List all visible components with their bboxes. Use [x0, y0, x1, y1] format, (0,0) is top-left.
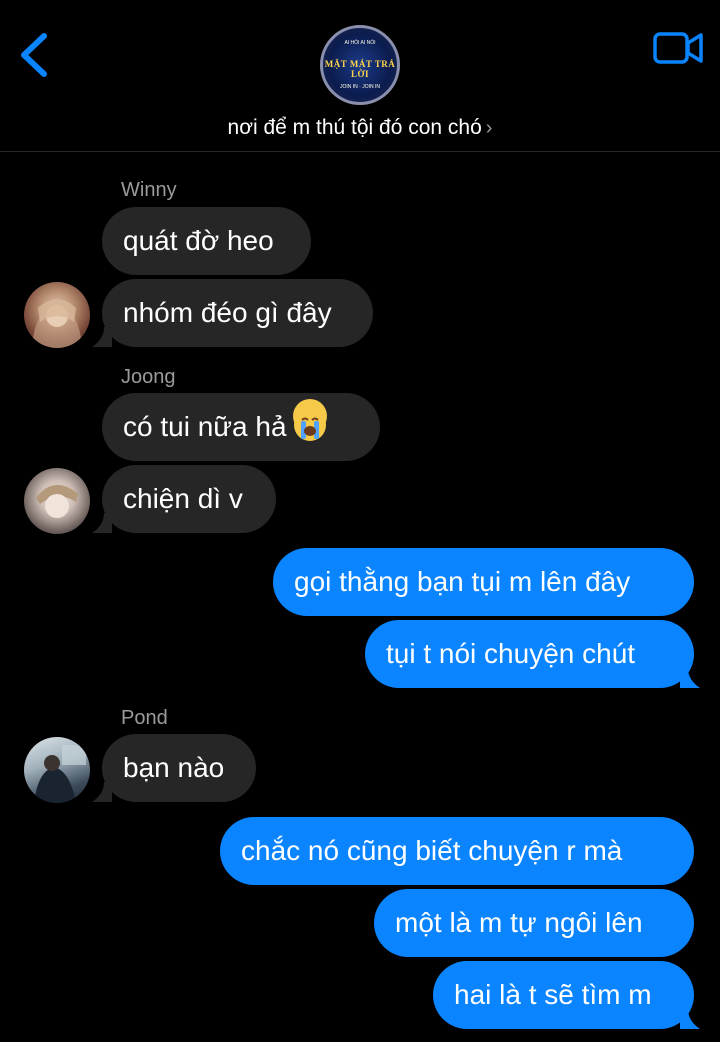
avatar-winny[interactable]	[24, 282, 90, 348]
message-bubble-outgoing[interactable]: tụi t nói chuyện chút	[365, 620, 694, 688]
group-avatar[interactable]: AI HỎI AI NÓI MẶT MÁT TRẢ LỜI JOIN IN · …	[320, 25, 400, 105]
bubble-tail	[92, 327, 112, 347]
loudly-crying-face-icon	[292, 399, 327, 441]
video-call-icon[interactable]	[652, 30, 704, 66]
avatar-image	[32, 299, 82, 348]
chat-header: AI HỎI AI NÓI MẶT MÁT TRẢ LỜI JOIN IN · …	[0, 0, 720, 152]
avatar-image	[36, 484, 78, 518]
bubble-tail	[680, 668, 700, 688]
bubble-tail	[680, 1009, 700, 1029]
message-bubble-incoming[interactable]: chiện dì v	[102, 465, 276, 533]
sender-name: Joong	[121, 366, 176, 388]
message-text: có tui nữa hả	[123, 411, 287, 442]
sender-name: Pond	[121, 707, 168, 729]
chevron-right-icon: ›	[485, 117, 493, 139]
message-bubble-outgoing[interactable]: hai là t sẽ tìm m	[433, 961, 694, 1029]
group-name: nơi để m thú tội đó con chó	[227, 116, 482, 139]
logo-bottom-text: JOIN IN · JOIN IN	[340, 84, 380, 90]
avatar-pond[interactable]	[24, 737, 90, 803]
logo-main-text: MẶT MÁT TRẢ LỜI	[324, 59, 396, 79]
group-title-row[interactable]: nơi để m thú tội đó con chó ›	[0, 116, 720, 140]
message-bubble-incoming[interactable]: quát đờ heo	[102, 207, 311, 275]
message-bubble-outgoing[interactable]: gọi thằng bạn tụi m lên đây	[273, 548, 694, 616]
avatar-joong[interactable]	[24, 468, 90, 534]
message-bubble-incoming[interactable]: bạn nào	[102, 734, 256, 802]
back-chevron-icon[interactable]	[14, 30, 54, 80]
avatar-image	[34, 745, 86, 803]
message-bubble-outgoing[interactable]: một là m tự ngôi lên	[374, 889, 694, 957]
bubble-tail	[92, 513, 112, 533]
sender-name: Winny	[121, 179, 177, 201]
message-bubble-incoming[interactable]: nhóm đéo gì đây	[102, 279, 373, 347]
message-bubble-incoming[interactable]: có tui nữa hả	[102, 393, 380, 461]
message-bubble-outgoing[interactable]: chắc nó cũng biết chuyện r mà	[220, 817, 694, 885]
bubble-tail	[92, 782, 112, 802]
logo-top-text: AI HỎI AI NÓI	[344, 40, 376, 46]
